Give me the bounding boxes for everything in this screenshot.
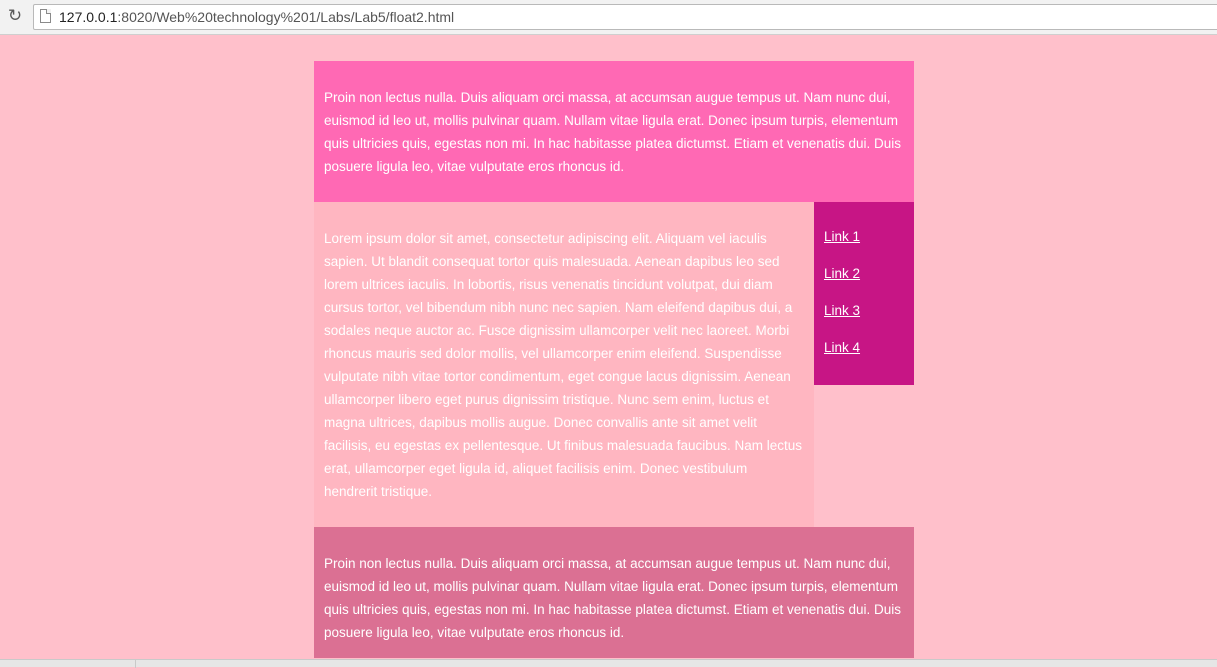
sidebar-link-3[interactable]: Link 3 (824, 303, 904, 318)
url-text[interactable]: 127.0.0.1:8020/Web%20technology%201/Labs… (59, 9, 454, 26)
page-icon (40, 9, 51, 23)
main-text: Lorem ipsum dolor sit amet, consectetur … (324, 231, 803, 499)
sidebar-link-4[interactable]: Link 4 (824, 340, 904, 355)
header-section: Proin non lectus nulla. Duis aliquam orc… (314, 61, 914, 202)
url-host: 127.0.0.1 (59, 9, 118, 25)
status-bar (0, 659, 1217, 668)
sidebar-link-2[interactable]: Link 2 (824, 266, 904, 281)
address-bar[interactable]: 127.0.0.1:8020/Web%20technology%201/Labs… (33, 4, 1217, 30)
main-content: Lorem ipsum dolor sit amet, consectetur … (314, 202, 814, 527)
reload-icon[interactable]: ↻ (6, 7, 24, 25)
page-wrapper: Proin non lectus nulla. Duis aliquam orc… (314, 61, 914, 658)
footer-section: Proin non lectus nulla. Duis aliquam orc… (314, 527, 914, 658)
footer-text: Proin non lectus nulla. Duis aliquam orc… (324, 556, 902, 640)
header-text: Proin non lectus nulla. Duis aliquam orc… (324, 90, 902, 174)
content-row: Lorem ipsum dolor sit amet, consectetur … (314, 202, 914, 527)
sidebar: Link 1 Link 2 Link 3 Link 4 (814, 202, 914, 385)
browser-toolbar: ↻ 127.0.0.1:8020/Web%20technology%201/La… (0, 0, 1217, 35)
sidebar-link-1[interactable]: Link 1 (824, 229, 904, 244)
url-path: :8020/Web%20technology%201/Labs/Lab5/flo… (117, 9, 455, 25)
